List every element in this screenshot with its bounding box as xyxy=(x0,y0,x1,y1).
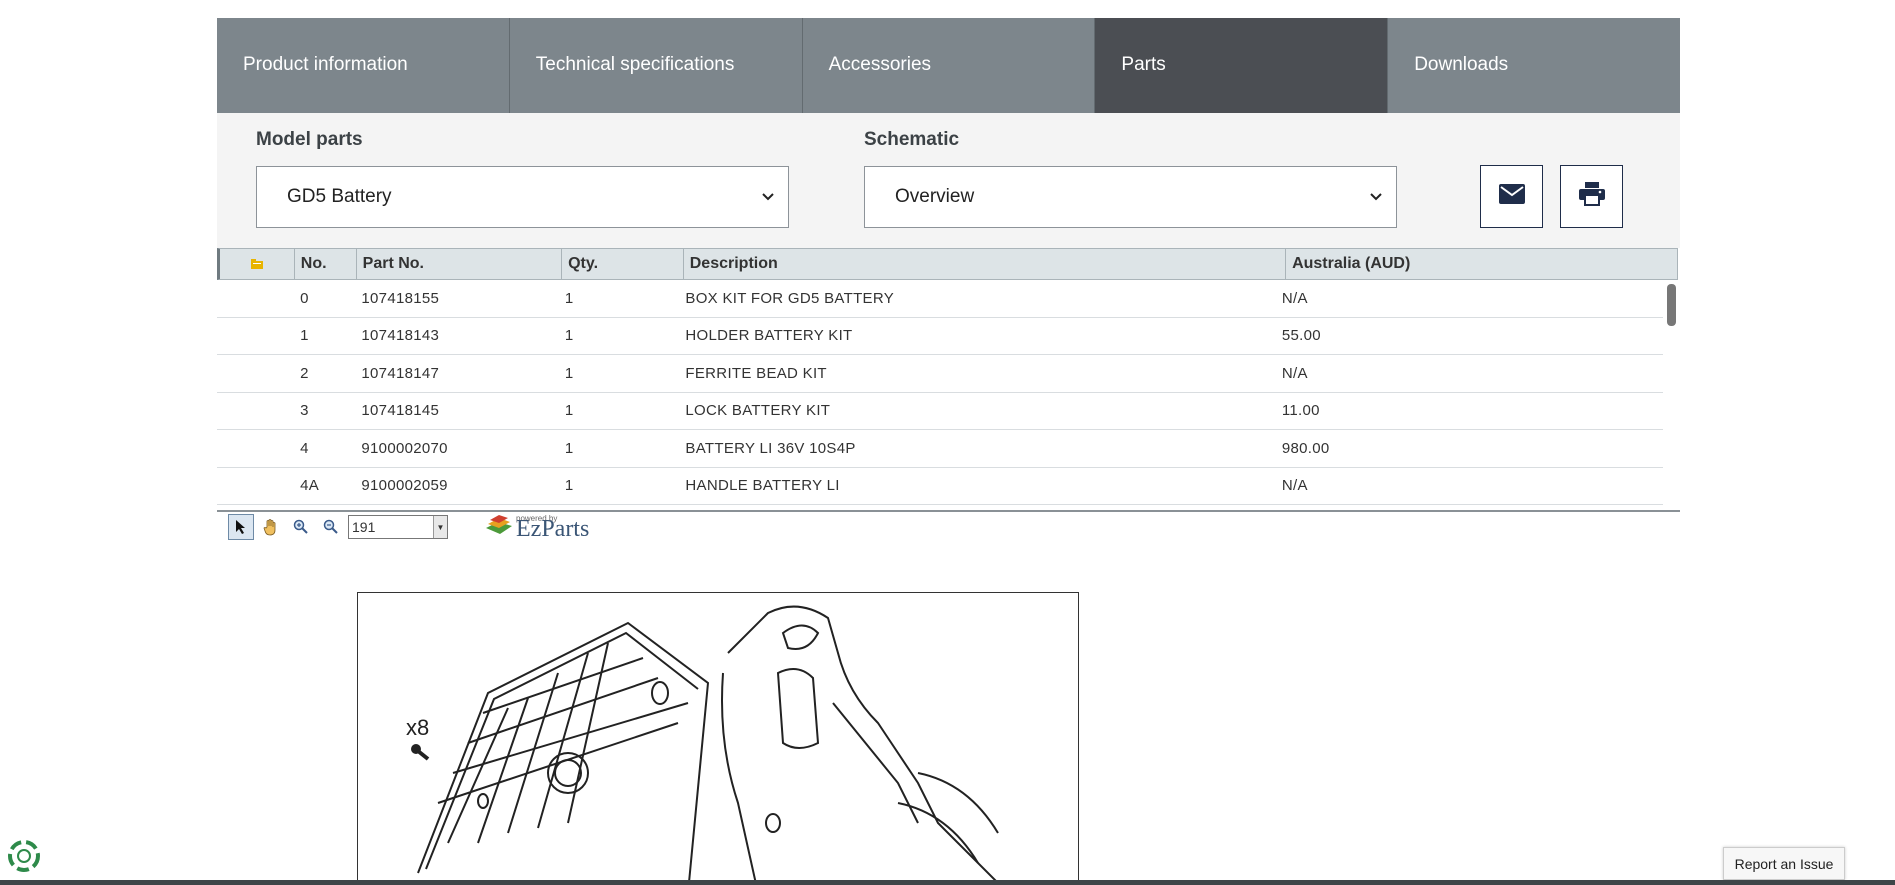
tab-accessories[interactable]: Accessories xyxy=(802,18,1096,113)
row-price: N/A xyxy=(1281,477,1308,495)
viewer-toolbar: 191 ▼ xyxy=(228,512,448,542)
ezparts-logo-icon xyxy=(486,514,512,534)
row-no: 2 xyxy=(300,364,309,382)
schematic-select[interactable]: Overview xyxy=(864,166,1397,228)
row-qty: 1 xyxy=(564,402,574,420)
row-description: BOX KIT FOR GD5 BATTERY xyxy=(685,289,895,307)
table-row[interactable]: 1 107418143 1 HOLDER BATTERY KIT 55.00 xyxy=(217,318,1663,355)
product-tabs: Product information Technical specificat… xyxy=(217,18,1680,113)
printer-icon xyxy=(1578,182,1605,211)
hand-pan-icon[interactable] xyxy=(258,514,284,540)
row-price: 980.00 xyxy=(1281,439,1330,457)
row-part-no: 107418143 xyxy=(361,327,440,345)
table-row[interactable]: 0 107418155 1 BOX KIT FOR GD5 BATTERY N/… xyxy=(217,280,1663,318)
row-price: 11.00 xyxy=(1281,402,1320,420)
row-part-no: 9100002059 xyxy=(361,477,448,495)
screw-callout: x8 xyxy=(406,715,429,761)
model-parts-value: GD5 Battery xyxy=(287,186,392,207)
folder-icon[interactable] xyxy=(220,249,295,279)
row-price: N/A xyxy=(1281,364,1308,382)
table-row[interactable]: 2 107418147 1 FERRITE BEAD KIT N/A xyxy=(217,355,1663,393)
schematic-viewer[interactable]: x8 xyxy=(357,592,1079,885)
bottom-bar xyxy=(0,880,1895,885)
zoom-out-icon[interactable] xyxy=(318,514,344,540)
parts-page: Product information Technical specificat… xyxy=(0,0,1895,885)
pointer-icon[interactable] xyxy=(228,514,254,540)
row-qty: 1 xyxy=(564,364,574,382)
row-description: HOLDER BATTERY KIT xyxy=(685,327,853,345)
header-qty[interactable]: Qty. xyxy=(562,249,684,279)
row-qty: 1 xyxy=(564,327,574,345)
chevron-down-icon xyxy=(1370,189,1382,204)
ezparts-brand-text: EzParts xyxy=(516,516,590,542)
tab-downloads[interactable]: Downloads xyxy=(1388,18,1680,113)
tab-technical-specifications[interactable]: Technical specifications xyxy=(509,18,803,113)
ezparts-logo: powered by EzParts xyxy=(484,512,589,542)
schematic-label: Schematic xyxy=(864,129,960,150)
table-row[interactable]: 4A 9100002059 1 HANDLE BATTERY LI N/A xyxy=(217,468,1663,505)
header-no[interactable]: No. xyxy=(295,249,357,279)
model-parts-select[interactable]: GD5 Battery xyxy=(256,166,789,228)
row-part-no: 9100002070 xyxy=(361,439,448,457)
schematic-value: Overview xyxy=(895,186,975,207)
envelope-icon xyxy=(1498,184,1525,209)
row-no: 4 xyxy=(300,439,309,457)
zoom-in-icon[interactable] xyxy=(288,514,314,540)
table-scrollbar[interactable] xyxy=(1667,284,1676,326)
row-no: 0 xyxy=(300,289,309,307)
row-part-no: 107418147 xyxy=(361,364,440,382)
row-no: 3 xyxy=(300,402,309,420)
table-row[interactable]: 4 9100002070 1 BATTERY LI 36V 10S4P 980.… xyxy=(217,430,1663,468)
table-body: 0 107418155 1 BOX KIT FOR GD5 BATTERY N/… xyxy=(217,280,1663,505)
email-button[interactable] xyxy=(1480,165,1543,228)
dropdown-arrow-icon: ▼ xyxy=(433,516,447,538)
row-price: N/A xyxy=(1281,289,1308,307)
row-part-no: 107418145 xyxy=(361,402,440,420)
table-header: No. Part No. Qty. Description Australia … xyxy=(217,248,1678,280)
model-parts-label: Model parts xyxy=(256,129,363,150)
parts-filter-panel: Model parts GD5 Battery Schematic Overvi… xyxy=(217,113,1680,248)
row-price: 55.00 xyxy=(1281,327,1321,345)
row-part-no: 107418155 xyxy=(361,289,440,307)
schematic-drawing: x8 xyxy=(406,605,1002,885)
report-issue-button[interactable]: Report an Issue xyxy=(1723,847,1845,880)
row-description: FERRITE BEAD KIT xyxy=(685,364,827,382)
row-no: 1 xyxy=(300,327,309,345)
print-button[interactable] xyxy=(1560,165,1623,228)
header-part-no[interactable]: Part No. xyxy=(357,249,563,279)
header-description[interactable]: Description xyxy=(684,249,1287,279)
zoom-level-select[interactable]: 191 ▼ xyxy=(348,515,448,539)
row-no: 4A xyxy=(300,477,320,495)
row-qty: 1 xyxy=(564,289,574,307)
chevron-down-icon xyxy=(762,189,774,204)
row-description: HANDLE BATTERY LI xyxy=(685,477,840,495)
help-widget-icon[interactable] xyxy=(6,838,42,874)
tab-product-information[interactable]: Product information xyxy=(217,18,510,113)
row-description: BATTERY LI 36V 10S4P xyxy=(685,439,856,457)
parts-table: No. Part No. Qty. Description Australia … xyxy=(217,248,1680,510)
table-row[interactable]: 3 107418145 1 LOCK BATTERY KIT 11.00 xyxy=(217,393,1663,430)
screw-quantity-label: x8 xyxy=(406,715,429,740)
row-qty: 1 xyxy=(564,439,574,457)
zoom-value: 191 xyxy=(352,519,376,535)
header-price[interactable]: Australia (AUD) xyxy=(1286,249,1677,279)
row-description: LOCK BATTERY KIT xyxy=(685,402,831,420)
row-qty: 1 xyxy=(564,477,574,495)
tab-parts[interactable]: Parts xyxy=(1095,18,1389,113)
